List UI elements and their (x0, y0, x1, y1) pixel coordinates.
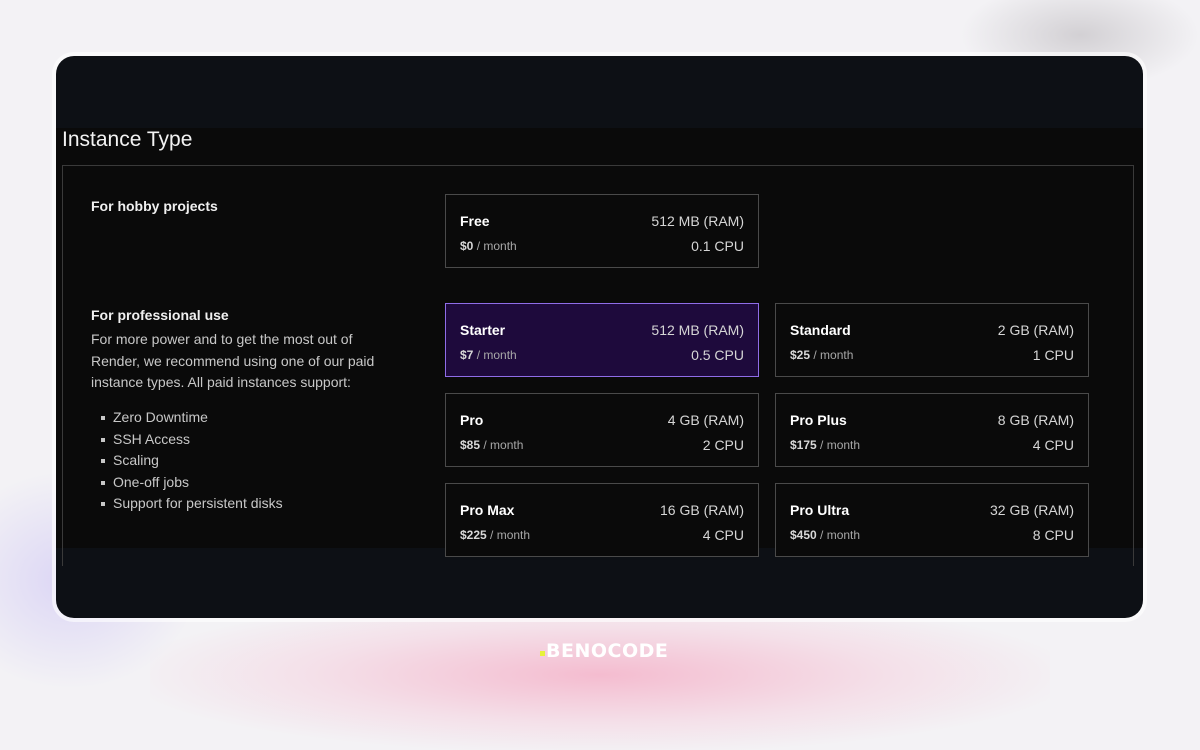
instance-type-panel: Instance Type For hobby projects For pro… (56, 128, 1143, 566)
plan-cpu: 8 CPU (1032, 527, 1074, 543)
plan-price-row: $450 / month (790, 528, 860, 542)
feature-item: Zero Downtime (99, 407, 283, 429)
plan-name: Standard (790, 322, 851, 338)
plan-ram: 4 GB (RAM) (667, 412, 744, 428)
plan-price: $7 (460, 348, 474, 362)
plan-cpu: 0.1 CPU (691, 238, 744, 254)
price-period: / month (813, 348, 854, 362)
section-title: Instance Type (62, 128, 193, 151)
plan-price-row: $0 / month (460, 239, 517, 253)
plan-cpu: 4 CPU (702, 527, 744, 543)
price-period: / month (820, 528, 861, 542)
instance-type-box: For hobby projects For professional use … (62, 165, 1134, 566)
plan-ram: 8 GB (RAM) (997, 412, 1074, 428)
plan-ram: 2 GB (RAM) (997, 322, 1074, 338)
plan-card-pro-ultra[interactable]: Pro Ultra 32 GB (RAM) $450 / month 8 CPU (775, 483, 1089, 557)
background-glow (150, 600, 1050, 750)
plan-price: $25 (790, 348, 811, 362)
screenshot-frame: Instance Type For hobby projects For pro… (56, 56, 1143, 618)
logo-text: BENOCODE (546, 640, 669, 662)
plan-ram: 32 GB (RAM) (989, 502, 1074, 518)
logo-dot-icon (540, 651, 545, 656)
plan-price: $225 (460, 528, 487, 542)
price-period: / month (490, 528, 531, 542)
plan-price: $0 (460, 239, 474, 253)
feature-item: Support for persistent disks (99, 493, 283, 515)
plan-ram: 512 MB (RAM) (651, 213, 744, 229)
price-period: / month (483, 438, 524, 452)
plan-cpu: 4 CPU (1032, 437, 1074, 453)
plan-card-pro-plus[interactable]: Pro Plus 8 GB (RAM) $175 / month 4 CPU (775, 393, 1089, 467)
plan-name: Free (460, 213, 490, 229)
plan-price-row: $175 / month (790, 438, 860, 452)
plan-price: $175 (790, 438, 817, 452)
feature-item: Scaling (99, 450, 283, 472)
benocode-logo: BENOCODE (540, 639, 668, 663)
plan-price-row: $85 / month (460, 438, 523, 452)
plan-cpu: 2 CPU (702, 437, 744, 453)
plan-card-starter[interactable]: Starter 512 MB (RAM) $7 / month 0.5 CPU (445, 303, 759, 377)
plan-cpu: 0.5 CPU (691, 347, 744, 363)
hobby-group-title: For hobby projects (91, 198, 218, 214)
plan-name: Starter (460, 322, 506, 338)
price-period: / month (476, 348, 517, 362)
plan-price: $450 (790, 528, 817, 542)
feature-item: SSH Access (99, 429, 283, 451)
plan-card-free[interactable]: Free 512 MB (RAM) $0 / month 0.1 CPU (445, 194, 759, 268)
professional-group-title: For professional use (91, 307, 229, 323)
plan-cpu: 1 CPU (1032, 347, 1074, 363)
plan-price: $85 (460, 438, 481, 452)
plan-ram: 16 GB (RAM) (659, 502, 744, 518)
feature-list: Zero Downtime SSH Access Scaling One-off… (99, 407, 283, 515)
price-period: / month (476, 239, 517, 253)
feature-item: One-off jobs (99, 472, 283, 494)
plan-price-row: $7 / month (460, 348, 517, 362)
plan-name: Pro Ultra (790, 502, 850, 518)
plan-price-row: $225 / month (460, 528, 530, 542)
plan-name: Pro (460, 412, 484, 428)
plan-ram: 512 MB (RAM) (651, 322, 744, 338)
plan-name: Pro Max (460, 502, 515, 518)
plan-card-standard[interactable]: Standard 2 GB (RAM) $25 / month 1 CPU (775, 303, 1089, 377)
price-period: / month (820, 438, 861, 452)
plan-card-pro-max[interactable]: Pro Max 16 GB (RAM) $225 / month 4 CPU (445, 483, 759, 557)
plan-card-pro[interactable]: Pro 4 GB (RAM) $85 / month 2 CPU (445, 393, 759, 467)
plan-name: Pro Plus (790, 412, 847, 428)
professional-description: For more power and to get the most out o… (91, 331, 375, 390)
plan-price-row: $25 / month (790, 348, 853, 362)
